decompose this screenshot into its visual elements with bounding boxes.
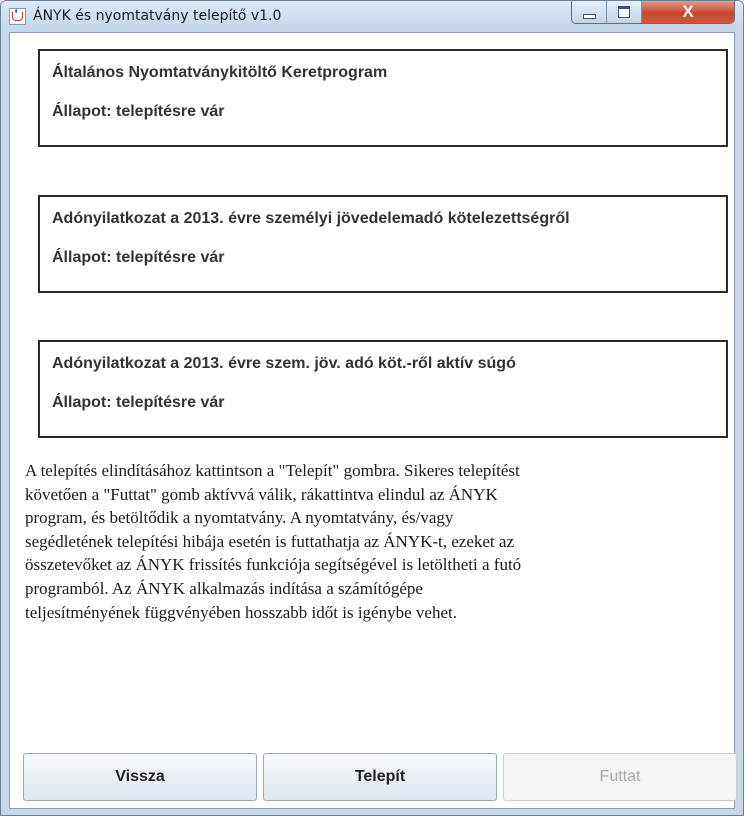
component-status: Állapot: telepítésre vár <box>52 394 225 411</box>
java-cup-icon[interactable] <box>9 8 26 25</box>
description-line: teljesítményének függvényében hosszabb i… <box>25 602 457 622</box>
component-panel-help: Adónyilatkozat a 2013. évre szem. jöv. a… <box>38 340 728 438</box>
install-button[interactable]: Telepít <box>263 753 497 801</box>
window-controls: X <box>571 1 735 24</box>
maximize-button[interactable] <box>607 1 642 23</box>
maximize-icon <box>618 6 630 18</box>
component-name: Adónyilatkozat a 2013. évre személyi jöv… <box>52 210 570 227</box>
description-line: összetevőket az ÁNYK frissítés funkciója… <box>25 555 522 575</box>
title-bar[interactable]: ÁNYK és nyomtatvány telepítő v1.0 X <box>1 1 743 31</box>
minimize-icon <box>582 13 596 19</box>
description-line: segédletének telepítési hibája esetén is… <box>25 531 514 551</box>
install-description: A telepítés elindításához kattintson a "… <box>25 459 725 624</box>
component-status: Állapot: telepítésre vár <box>52 103 225 120</box>
component-name: Adónyilatkozat a 2013. évre szem. jöv. a… <box>52 355 516 372</box>
installer-content: Általános Nyomtatványkitöltő Keretprogra… <box>9 32 735 809</box>
component-panel-tax-form: Adónyilatkozat a 2013. évre személyi jöv… <box>38 195 728 293</box>
installer-window: ÁNYK és nyomtatvány telepítő v1.0 X Álta… <box>0 0 744 816</box>
description-line: A telepítés elindításához kattintson a "… <box>25 461 520 480</box>
run-button[interactable]: Futtat <box>503 753 737 801</box>
component-panel-framework: Általános Nyomtatványkitöltő Keretprogra… <box>38 49 728 147</box>
close-button[interactable]: X <box>642 1 734 23</box>
component-name: Általános Nyomtatványkitöltő Keretprogra… <box>52 64 388 81</box>
back-button[interactable]: Vissza <box>23 753 257 801</box>
minimize-button[interactable] <box>572 1 607 23</box>
component-status: Állapot: telepítésre vár <box>52 249 225 266</box>
window-title: ÁNYK és nyomtatvány telepítő v1.0 <box>33 8 282 24</box>
description-line: program, és betöltődik a nyomtatvány. A … <box>25 508 454 528</box>
description-line: programból. Az ÁNYK alkalmazás indítása … <box>25 578 423 598</box>
description-line: követően a "Futtat" gomb aktívvá válik, … <box>25 484 498 504</box>
close-icon: X <box>682 2 694 21</box>
